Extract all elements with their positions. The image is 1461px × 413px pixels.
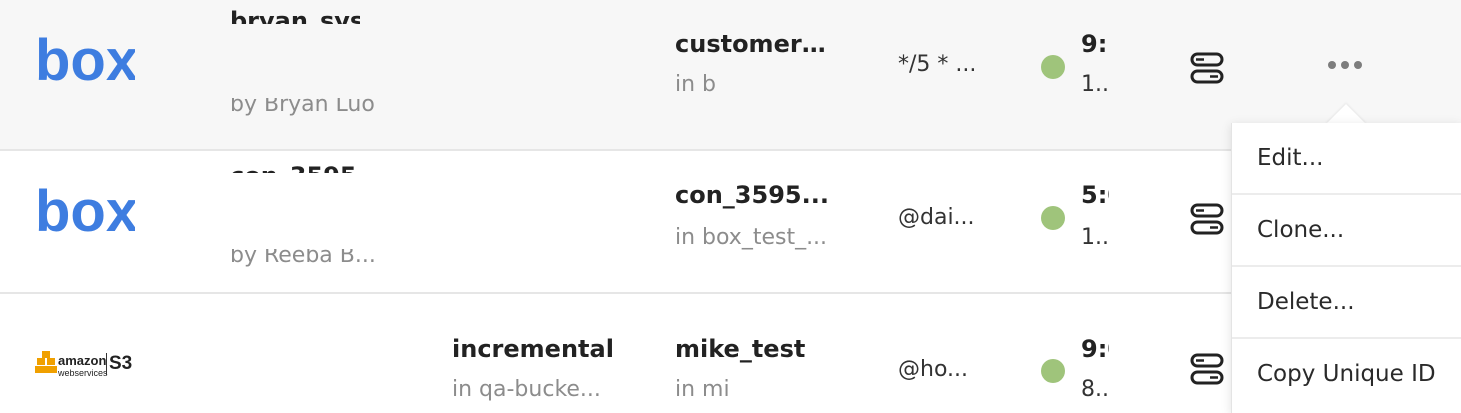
- status-dot: [1041, 359, 1065, 383]
- svg-text:box: box: [35, 30, 135, 90]
- schedule-text: */5 * ...: [898, 52, 977, 77]
- destination-name[interactable]: con_3595...: [675, 181, 835, 209]
- logo-divider: [106, 353, 107, 375]
- schedule-text: @ho...: [898, 357, 968, 382]
- pipeline-icon[interactable]: [1190, 203, 1224, 235]
- more-options-icon[interactable]: [1328, 61, 1364, 71]
- menu-item-clone[interactable]: Clone...: [1232, 195, 1461, 267]
- destination-sub: in box_test_...: [675, 225, 828, 250]
- destination-sub: in b: [675, 72, 715, 97]
- context-menu: Edit... Clone... Delete... Copy Unique I…: [1231, 123, 1461, 413]
- transfer-name[interactable]: bryan_sys: [230, 6, 360, 24]
- menu-item-copy-unique-id[interactable]: Copy Unique ID: [1232, 339, 1461, 411]
- destination-name[interactable]: customer_...: [675, 30, 835, 58]
- last-run-time: 9:0: [1081, 335, 1109, 363]
- destination-name[interactable]: mike_test: [675, 335, 835, 363]
- owner-text: by Bryan Luo: [230, 98, 375, 117]
- s3-wordmark: S3: [109, 353, 133, 374]
- amazon-s3-logo: amazon webservices S3: [35, 351, 135, 381]
- last-run-sub: 1..: [1081, 225, 1109, 250]
- pipeline-icon[interactable]: [1190, 52, 1224, 84]
- transfer-name[interactable]: con_3595: [230, 163, 360, 173]
- amazon-wordmark: amazon: [58, 353, 107, 368]
- mode-sub: in qa-bucke...: [452, 377, 601, 402]
- owner-text: by Reeba B...: [230, 249, 376, 268]
- last-run-time: 5:0: [1081, 181, 1109, 209]
- schedule-text: @dai...: [898, 205, 975, 230]
- menu-item-edit[interactable]: Edit...: [1232, 123, 1461, 195]
- status-dot: [1041, 206, 1065, 230]
- last-run-sub: 1..: [1081, 72, 1109, 97]
- destination-sub: in mi: [675, 377, 730, 402]
- webservices-wordmark: webservices: [58, 368, 108, 378]
- menu-caret: [1326, 104, 1366, 124]
- svg-text:box: box: [35, 181, 135, 241]
- box-logo: box: [35, 30, 135, 90]
- last-run-sub: 8..: [1081, 377, 1109, 402]
- status-dot: [1041, 55, 1065, 79]
- aws-cubes-icon: [35, 351, 57, 373]
- box-logo: box: [35, 181, 135, 241]
- pipeline-icon[interactable]: [1190, 353, 1224, 385]
- mode-name: incremental: [452, 335, 614, 363]
- menu-item-delete[interactable]: Delete...: [1232, 267, 1461, 339]
- last-run-time: 9:: [1081, 30, 1108, 58]
